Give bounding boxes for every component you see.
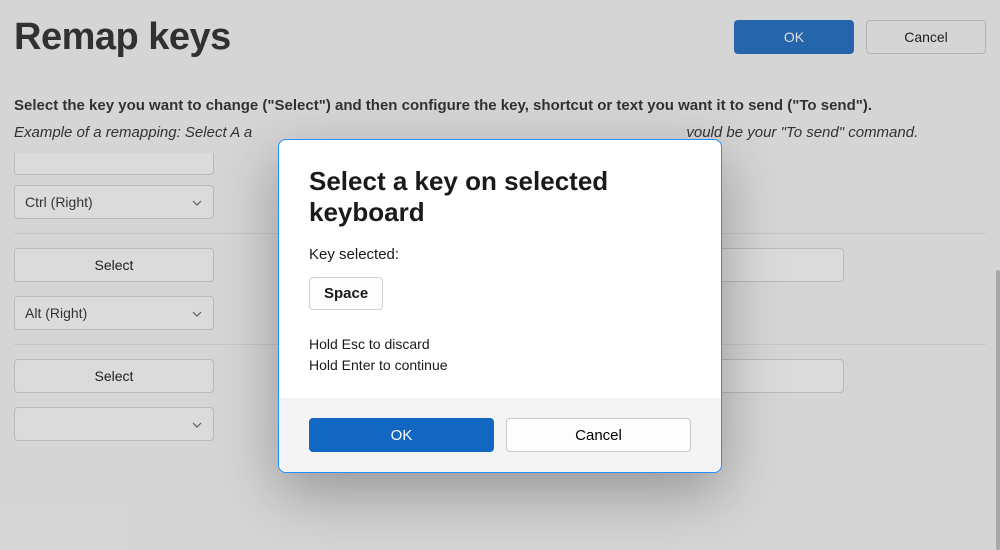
dialog-ok-button[interactable]: OK xyxy=(309,418,494,452)
dialog-title: Select a key on selected keyboard xyxy=(309,166,691,228)
dialog-cancel-button[interactable]: Cancel xyxy=(506,418,691,452)
dialog-hints: Hold Esc to discard Hold Enter to contin… xyxy=(309,334,691,376)
select-key-dialog: Select a key on selected keyboard Key se… xyxy=(278,139,722,473)
selected-key-chip: Space xyxy=(309,277,383,310)
hint-continue: Hold Enter to continue xyxy=(309,355,691,376)
key-selected-label: Key selected: xyxy=(309,246,691,263)
hint-discard: Hold Esc to discard xyxy=(309,334,691,355)
dialog-footer: OK Cancel xyxy=(279,398,721,472)
